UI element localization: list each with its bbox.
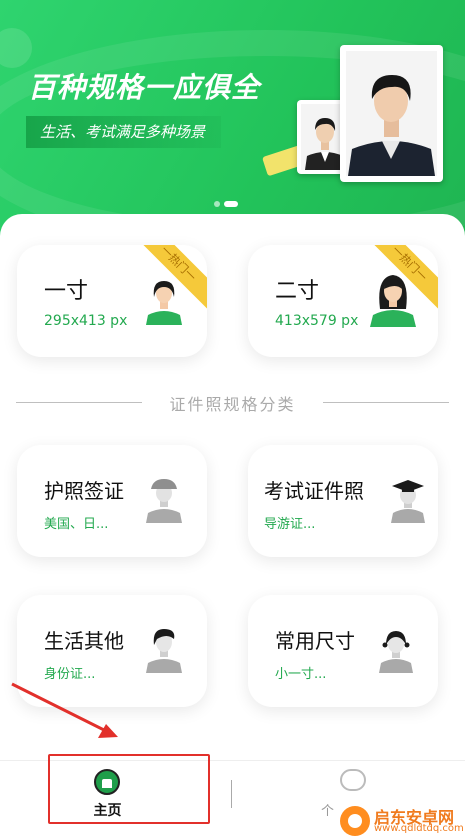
promo-banner[interactable]: 百种规格一应俱全 生活、考试满足多种场景 bbox=[0, 0, 465, 240]
avatar-graduate-icon bbox=[391, 480, 425, 523]
category-title: 护照签证 bbox=[44, 479, 124, 503]
banner-bubble bbox=[0, 28, 32, 68]
card-size: 295x413 px bbox=[44, 313, 128, 329]
category-title: 生活其他 bbox=[44, 629, 124, 653]
avatar-girl-icon bbox=[379, 631, 413, 673]
tab-home-highlight[interactable] bbox=[48, 754, 210, 824]
site-watermark: 启东安卓网 www.qdldtdq.com bbox=[336, 800, 465, 838]
category-title: 常用尺寸 bbox=[275, 629, 355, 653]
banner-page-indicator bbox=[214, 201, 238, 207]
avatar-woman-icon bbox=[146, 629, 182, 673]
card-size: 413x579 px bbox=[275, 313, 359, 329]
card-one-inch[interactable]: 一热门一 一寸 295x413 px bbox=[17, 245, 207, 357]
category-passport-visa[interactable]: 护照签证 美国、日... bbox=[17, 445, 207, 557]
banner-title: 百种规格一应俱全 bbox=[28, 71, 261, 104]
avatar-female-icon bbox=[146, 281, 182, 325]
category-sub: 小一寸... bbox=[275, 667, 327, 682]
avatar-female-long-hair-icon bbox=[370, 275, 416, 327]
tab-me-label[interactable]: 个 bbox=[321, 800, 334, 819]
section-title: 证件照规格分类 bbox=[169, 395, 296, 414]
category-sub: 导游证... bbox=[264, 517, 316, 532]
category-sub: 身份证... bbox=[44, 667, 96, 682]
category-exam-photo[interactable]: 考试证件照 导游证... bbox=[248, 445, 438, 557]
watermark-logo-icon bbox=[340, 806, 370, 836]
page-dot-active bbox=[224, 201, 238, 207]
card-title: 一寸 bbox=[44, 279, 89, 304]
category-sub: 美国、日... bbox=[44, 517, 109, 532]
avatar-hat-icon bbox=[146, 479, 182, 523]
banner-tagline: 生活、考试满足多种场景 bbox=[26, 116, 222, 148]
sample-photo-large bbox=[340, 45, 443, 182]
chat-bubble-icon[interactable] bbox=[340, 769, 366, 791]
page-dot bbox=[214, 201, 220, 207]
watermark-url: www.qdldtdq.com bbox=[374, 823, 464, 834]
card-title: 二寸 bbox=[275, 279, 320, 304]
tab-separator bbox=[231, 780, 232, 808]
category-title: 考试证件照 bbox=[264, 479, 364, 503]
card-two-inch[interactable]: 一热门一 二寸 413x579 px bbox=[248, 245, 438, 357]
category-common-sizes[interactable]: 常用尺寸 小一寸... bbox=[248, 595, 438, 707]
category-life-other[interactable]: 生活其他 身份证... bbox=[17, 595, 207, 707]
